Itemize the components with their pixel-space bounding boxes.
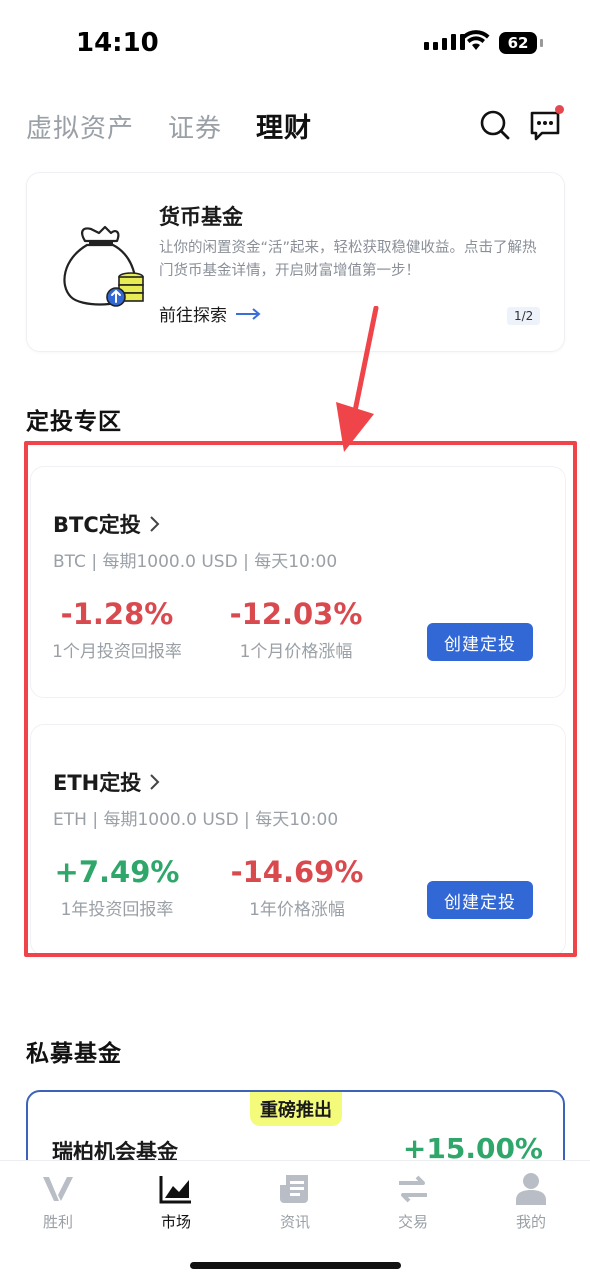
profile-icon bbox=[516, 1173, 546, 1205]
explore-link-label: 前往探索 bbox=[159, 306, 227, 326]
money-bag-icon bbox=[63, 225, 144, 307]
arrow-right-icon bbox=[236, 307, 261, 320]
annotation-highlight-box bbox=[24, 441, 577, 957]
nav-label: 我的 bbox=[515, 1213, 546, 1231]
top-tabs: 虚拟资产 证券 理财 bbox=[26, 106, 312, 145]
cellular-signal-icon bbox=[424, 34, 465, 50]
launch-badge: 重磅推出 bbox=[250, 1092, 342, 1126]
nav-label: 市场 bbox=[160, 1213, 191, 1231]
search-icon[interactable] bbox=[479, 108, 511, 142]
notification-dot bbox=[555, 105, 564, 114]
money-fund-card[interactable]: 货币基金 让你的闲置资金“活”起来，轻松获取稳健收益。点击了解热门货币基金详情，… bbox=[26, 172, 565, 352]
tab-virtual-assets[interactable]: 虚拟资产 bbox=[26, 108, 134, 145]
home-indicator bbox=[190, 1262, 401, 1269]
tab-securities[interactable]: 证券 bbox=[168, 108, 222, 145]
annotation-arrow bbox=[336, 306, 379, 452]
nav-item-trade[interactable]: 交易 bbox=[373, 1171, 453, 1232]
news-icon bbox=[280, 1175, 308, 1203]
nav-label: 资讯 bbox=[279, 1213, 310, 1231]
explore-link[interactable]: 前往探索 bbox=[159, 301, 261, 326]
wifi-icon bbox=[462, 30, 490, 50]
private-fund-section-title: 私募基金 bbox=[26, 1041, 122, 1067]
swap-icon bbox=[399, 1175, 427, 1203]
status-time: 14:10 bbox=[76, 28, 159, 58]
nav-item-victory[interactable]: 胜利 bbox=[18, 1171, 98, 1232]
battery-indicator: 62 bbox=[499, 32, 537, 54]
nav-label: 胜利 bbox=[42, 1213, 73, 1231]
banner-pager: 1/2 bbox=[507, 307, 541, 325]
status-bar: 14:10 62 bbox=[0, 0, 590, 88]
nav-item-news[interactable]: 资讯 bbox=[255, 1171, 335, 1232]
nav-item-profile[interactable]: 我的 bbox=[491, 1171, 571, 1232]
tab-wealth[interactable]: 理财 bbox=[256, 106, 312, 145]
dca-section-title: 定投专区 bbox=[26, 409, 122, 435]
battery-tip bbox=[540, 39, 543, 47]
fund-banner-title: 货币基金 bbox=[159, 205, 243, 229]
market-chart-icon bbox=[159, 1176, 191, 1204]
fund-banner-description: 让你的闲置资金“活”起来，轻松获取稳健收益。点击了解热门货币基金详情，开启财富增… bbox=[159, 240, 537, 279]
nav-item-market[interactable]: 市场 bbox=[136, 1171, 216, 1232]
victory-logo-icon bbox=[43, 1177, 73, 1201]
nav-label: 交易 bbox=[397, 1213, 428, 1231]
